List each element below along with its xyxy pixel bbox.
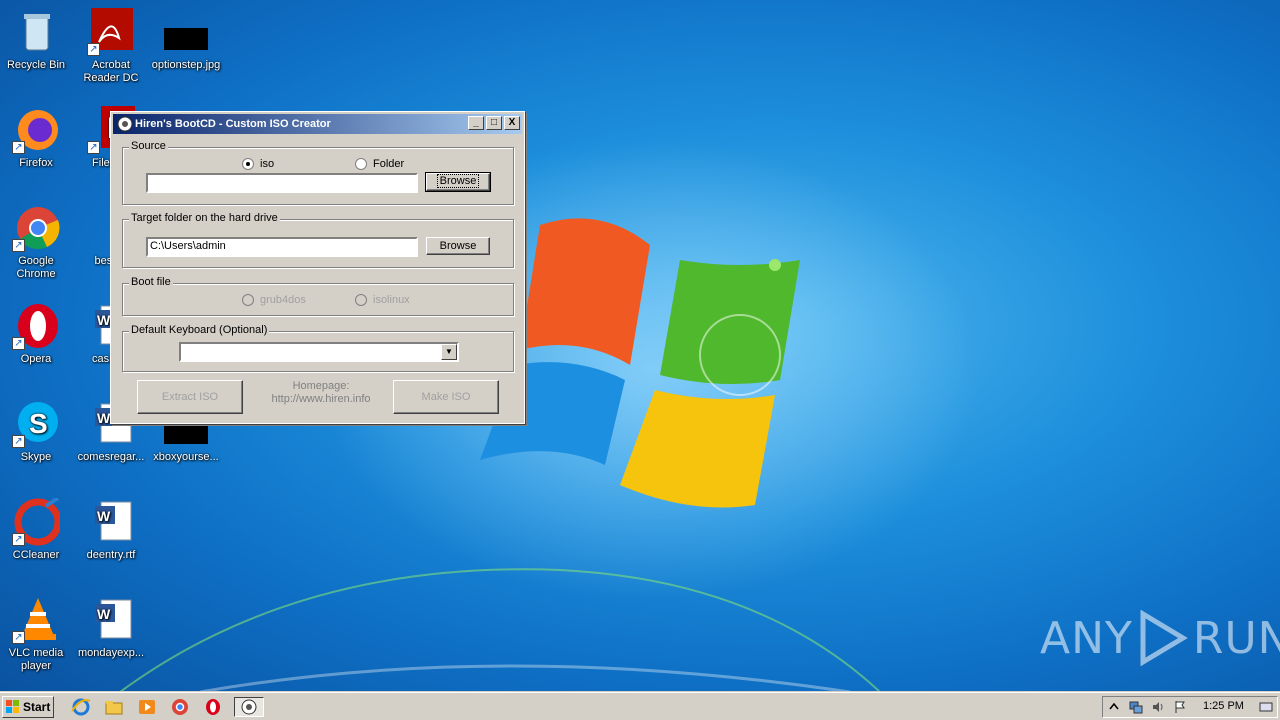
source-group: Source iso Folder Browse (122, 140, 514, 205)
minimize-button[interactable]: _ (468, 116, 484, 130)
target-browse-button[interactable]: Browse (426, 237, 490, 255)
keyboard-select[interactable]: ▼ (179, 342, 459, 362)
hirens-app-icon (117, 116, 133, 132)
desktop-icon-optionstep[interactable]: optionstep.jpg (148, 8, 224, 72)
desktop-icon-acrobat[interactable]: ↗ Acrobat Reader DC (73, 8, 149, 85)
desktop-icon-mondayexp[interactable]: W mondayexp... (73, 596, 149, 660)
hirens-taskbar-button[interactable] (234, 697, 264, 717)
play-triangle-icon (1140, 610, 1188, 666)
action-center-flag-icon[interactable] (1173, 700, 1187, 714)
shortcut-arrow-icon: ↗ (12, 239, 25, 252)
svg-text:W: W (97, 606, 111, 622)
volume-icon[interactable] (1151, 700, 1165, 714)
network-icon[interactable] (1129, 700, 1143, 714)
radio-selected-icon (242, 158, 254, 170)
shortcut-arrow-icon: ↗ (87, 141, 100, 154)
windows-logo-icon (6, 700, 19, 713)
maximize-button[interactable]: □ (486, 116, 502, 130)
target-folder-group: Target folder on the hard drive C:\Users… (122, 212, 514, 268)
homepage-label: Homepage: (292, 380, 350, 392)
radio-unselected-icon (242, 294, 254, 306)
close-button[interactable]: X (504, 116, 520, 130)
image-file-icon (164, 28, 208, 50)
desktop-icon-ccleaner[interactable]: ↗ CCleaner (0, 496, 74, 562)
show-desktop-icon[interactable] (1259, 700, 1273, 714)
source-iso-radio[interactable]: iso (242, 158, 274, 170)
svg-text:W: W (97, 312, 111, 328)
recycle-bin-icon (24, 14, 50, 51)
desktop-icon-recycle-bin[interactable]: Recycle Bin (0, 8, 74, 72)
desktop-icon-vlc[interactable]: ↗ VLC media player (0, 596, 74, 673)
extract-iso-button[interactable]: Extract ISO (137, 380, 243, 414)
anyrun-watermark: ANY RUN (1040, 610, 1280, 666)
target-folder-group-label: Target folder on the hard drive (129, 212, 280, 224)
desktop-icon-deentry[interactable]: W deentry.rtf (73, 498, 149, 562)
shortcut-arrow-icon: ↗ (12, 141, 25, 154)
source-path-input[interactable] (146, 173, 418, 193)
boot-isolinux-radio[interactable]: isolinux (355, 294, 410, 306)
boot-grub4dos-radio[interactable]: grub4dos (242, 294, 306, 306)
taskbar-clock[interactable]: 1:25 PM (1203, 700, 1244, 712)
internet-explorer-icon[interactable] (70, 697, 92, 717)
target-folder-input[interactable]: C:\Users\admin (146, 237, 418, 257)
word-document-icon: W (95, 599, 132, 639)
desktop-icon-skype[interactable]: S ↗ Skype (0, 400, 74, 464)
shortcut-arrow-icon: ↗ (12, 435, 25, 448)
dialog-title: Hiren's BootCD - Custom ISO Creator (135, 118, 331, 130)
source-folder-radio[interactable]: Folder (355, 158, 404, 170)
taskbar: Start 1:25 PM (0, 692, 1280, 720)
source-group-label: Source (129, 140, 168, 152)
homepage-info: Homepage: http://www.hiren.info (256, 380, 386, 406)
shortcut-arrow-icon: ↗ (12, 533, 25, 546)
keyboard-group-label: Default Keyboard (Optional) (129, 324, 270, 336)
chevron-up-icon[interactable] (1107, 700, 1121, 714)
shortcut-arrow-icon: ↗ (12, 337, 25, 350)
svg-text:W: W (97, 508, 111, 524)
chevron-down-icon[interactable]: ▼ (441, 344, 457, 360)
start-button[interactable]: Start (2, 696, 54, 718)
hirens-app-icon (241, 699, 257, 715)
svg-text:S: S (29, 408, 48, 439)
desktop-icon-opera[interactable]: ↗ Opera (0, 302, 74, 366)
shortcut-arrow-icon: ↗ (87, 43, 100, 56)
dialog-titlebar[interactable]: Hiren's BootCD - Custom ISO Creator _ □ … (113, 114, 522, 134)
opera-taskbar-icon[interactable] (202, 697, 224, 717)
desktop-icon-firefox[interactable]: ↗ Firefox (0, 106, 74, 170)
shortcut-arrow-icon: ↗ (12, 631, 25, 644)
homepage-url: http://www.hiren.info (271, 393, 371, 405)
file-explorer-icon[interactable] (103, 697, 125, 717)
radio-unselected-icon (355, 294, 367, 306)
word-document-icon: W (95, 501, 132, 541)
desktop-icon-chrome[interactable]: ↗ Google Chrome (0, 204, 74, 281)
source-browse-button[interactable]: Browse (425, 172, 491, 192)
keyboard-group: Default Keyboard (Optional) ▼ (122, 324, 514, 372)
svg-text:W: W (97, 410, 111, 426)
chrome-taskbar-icon[interactable] (169, 697, 191, 717)
make-iso-button[interactable]: Make ISO (393, 380, 499, 414)
media-player-icon[interactable] (136, 697, 158, 717)
radio-unselected-icon (355, 158, 367, 170)
boot-file-group-label: Boot file (129, 276, 173, 288)
system-tray: 1:25 PM (1102, 696, 1278, 718)
boot-file-group: Boot file grub4dos isolinux (122, 276, 514, 316)
iso-creator-dialog: Hiren's BootCD - Custom ISO Creator _ □ … (110, 111, 525, 424)
